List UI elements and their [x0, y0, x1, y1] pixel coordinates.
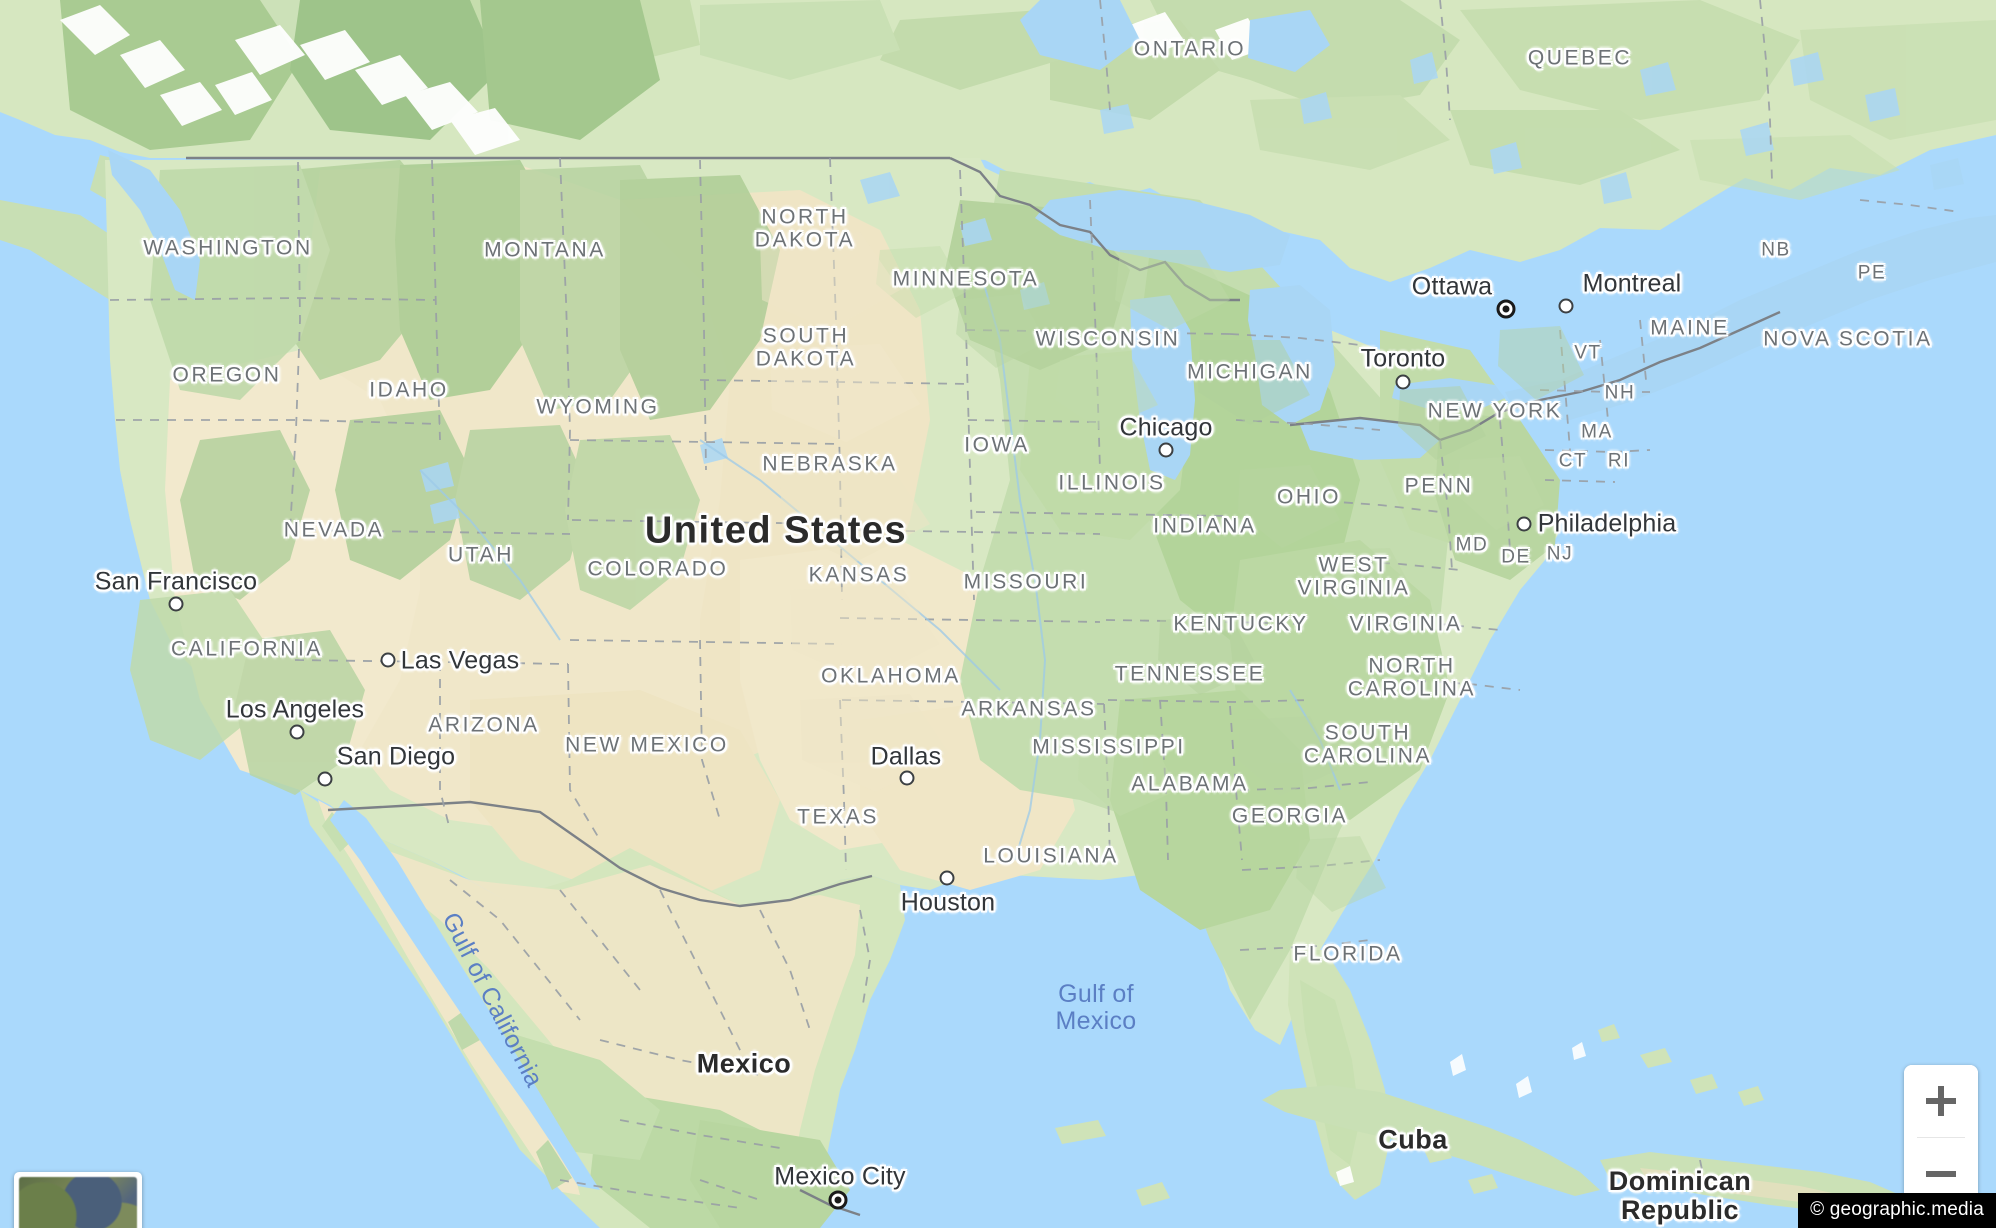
map-basemap[interactable] [0, 0, 1996, 1228]
zoom-in-button[interactable] [1904, 1065, 1978, 1137]
zoom-control[interactable] [1904, 1065, 1978, 1210]
satellite-thumbnail-icon [19, 1177, 137, 1228]
map-viewport[interactable]: United States Mexico Cuba Dominican Repu… [0, 0, 1996, 1228]
minus-icon [1926, 1159, 1956, 1189]
attribution-text: © geographic.media [1798, 1193, 1996, 1228]
plus-icon [1926, 1086, 1956, 1116]
basemap-toggle-button[interactable] [14, 1172, 142, 1228]
